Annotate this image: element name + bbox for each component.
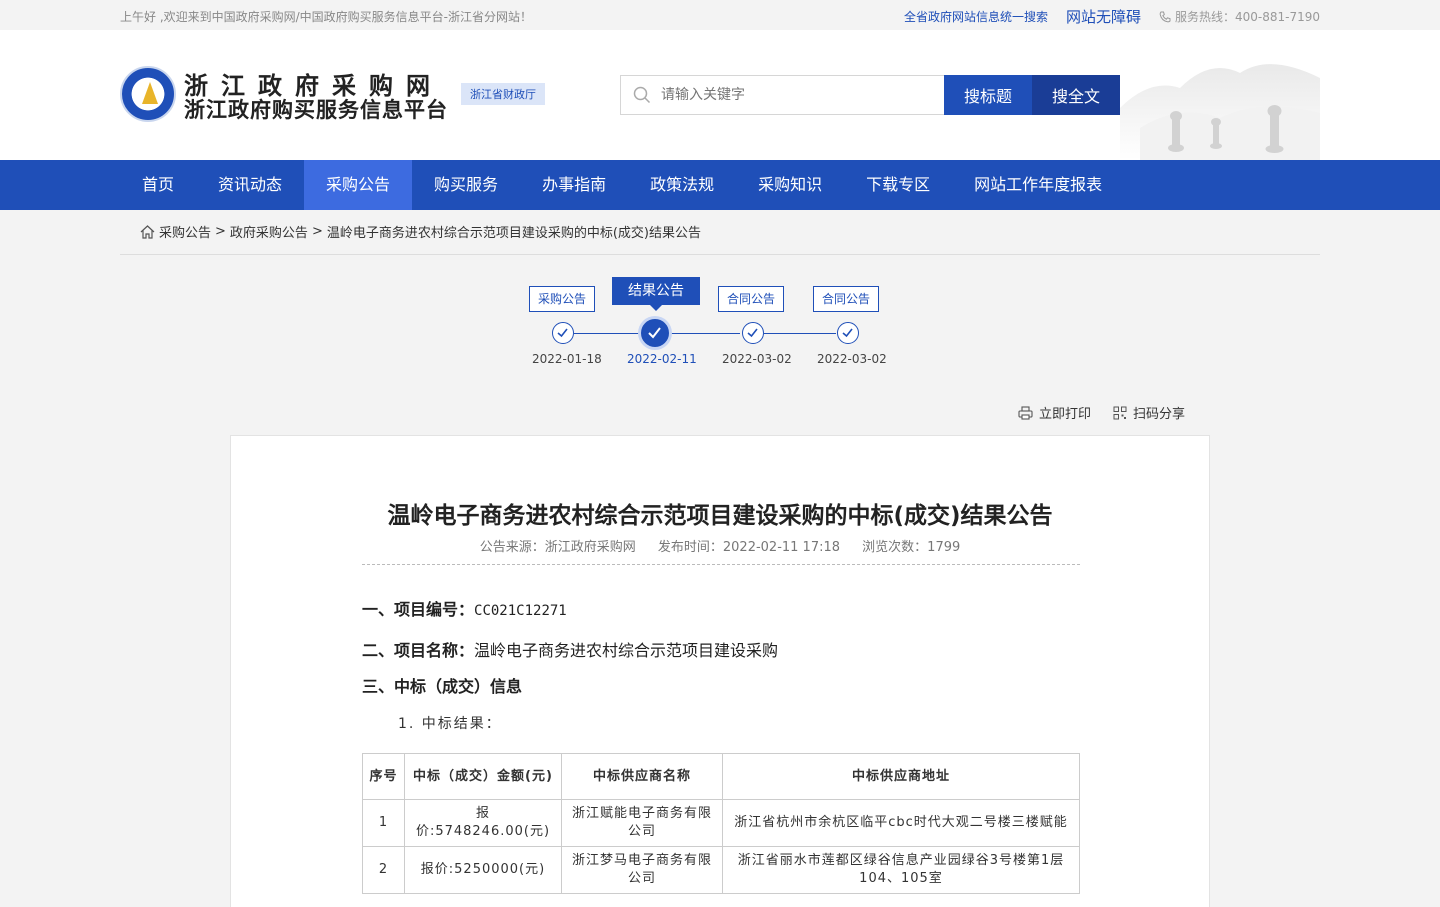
table-header-supplier: 中标供应商名称	[561, 753, 723, 800]
section-project-number: 一、项目编号：CC021C12271	[362, 596, 567, 620]
article-source: 公告来源：浙江政府采购网	[479, 540, 636, 555]
check-icon	[842, 328, 853, 338]
home-icon[interactable]	[140, 224, 155, 239]
section-project-name: 二、项目名称：温岭电子商务进农村综合示范项目建设采购	[362, 637, 778, 661]
nav-item-home[interactable]: 首页	[120, 160, 196, 210]
site-header: 浙江政府采购网 浙江政府购买服务信息平台 浙江省财政厅 搜标题 搜全文	[0, 30, 1440, 160]
timeline-step-2[interactable]	[641, 319, 669, 347]
check-icon	[648, 327, 661, 339]
timeline-step-4[interactable]	[837, 322, 859, 344]
article-meta: 公告来源：浙江政府采购网 发布时间：2022-02-11 17:18 浏览次数：…	[231, 536, 1209, 555]
print-button[interactable]: 立即打印	[1018, 403, 1091, 422]
table-header-row: 序号 中标（成交）金额(元) 中标供应商名称 中标供应商地址	[362, 753, 1080, 800]
table-header-amount: 中标（成交）金额(元)	[404, 753, 562, 800]
table-cell-address: 浙江省杭州市余杭区临平cbc时代大观二号楼三楼赋能	[722, 799, 1080, 847]
award-result-subheading: 1. 中标结果：	[398, 716, 502, 732]
article-divider	[362, 564, 1080, 565]
dept-badge: 浙江省财政厅	[461, 83, 545, 105]
timeline-connector	[764, 333, 836, 334]
timeline-date-1: 2022-01-18	[532, 352, 602, 366]
article-tools: 立即打印 扫码分享	[1018, 403, 1185, 422]
timeline-tag-pointer	[650, 305, 662, 311]
timeline-date-4: 2022-03-02	[817, 352, 887, 366]
article-panel: 温岭电子商务进农村综合示范项目建设采购的中标(成交)结果公告 公告来源：浙江政府…	[230, 435, 1210, 907]
timeline-tag-procurement[interactable]: 采购公告	[529, 286, 596, 312]
timeline-date-2: 2022-02-11	[627, 352, 697, 366]
printer-icon	[1018, 405, 1033, 420]
nav-item-purchase-service[interactable]: 购买服务	[412, 160, 520, 210]
breadcrumb-separator: >	[311, 224, 323, 239]
section-project-number-label: 一、项目编号：	[362, 600, 475, 619]
project-name-value: 温岭电子商务进农村综合示范项目建设采购	[474, 641, 779, 660]
nav-item-annual-report[interactable]: 网站工作年度报表	[952, 160, 1124, 210]
top-bar: 上午好 ,欢迎来到中国政府采购网/中国政府购买服务信息平台-浙江省分网站！ 全省…	[0, 0, 1440, 30]
nav-item-knowledge[interactable]: 采购知识	[736, 160, 844, 210]
timeline-step-3[interactable]	[742, 322, 764, 344]
site-subtitle[interactable]: 浙江政府购买服务信息平台	[184, 94, 448, 124]
article-publish-time: 发布时间：2022-02-11 17:18	[657, 540, 841, 555]
breadcrumb-item-current: 温岭电子商务进农村综合示范项目建设采购的中标(成交)结果公告	[326, 226, 701, 241]
search-title-button[interactable]: 搜标题	[944, 75, 1032, 115]
greeting-text: 上午好 ,欢迎来到中国政府采购网/中国政府购买服务信息平台-浙江省分网站！	[120, 10, 533, 24]
table-row: 1 报价:5748246.00(元) 浙江赋能电子商务有限公司 浙江省杭州市余杭…	[362, 799, 1080, 847]
print-label: 立即打印	[1039, 407, 1092, 422]
main-nav: 首页 资讯动态 采购公告 购买服务 办事指南 政策法规 采购知识 下载专区 网站…	[0, 160, 1440, 210]
nav-item-policy[interactable]: 政策法规	[628, 160, 736, 210]
award-result-table: 序号 中标（成交）金额(元) 中标供应商名称 中标供应商地址 1 报价:5748…	[362, 753, 1080, 894]
accessibility-link[interactable]: 网站无障碍	[1066, 6, 1141, 27]
table-cell-address: 浙江省丽水市莲都区绿谷信息产业园绿谷3号楼第1层104、105室	[722, 846, 1080, 894]
article-title: 温岭电子商务进农村综合示范项目建设采购的中标(成交)结果公告	[387, 503, 1053, 529]
table-header-index: 序号	[362, 753, 405, 800]
timeline-date-3: 2022-03-02	[722, 352, 792, 366]
timeline-tag-contract-2[interactable]: 合同公告	[813, 286, 880, 312]
project-number-value: CC021C12271	[474, 603, 567, 619]
nav-item-procurement-notice[interactable]: 采购公告	[304, 160, 413, 210]
phone-icon	[1159, 11, 1171, 22]
table-cell-index: 1	[362, 799, 405, 847]
timeline-tag-result[interactable]: 结果公告	[612, 277, 700, 305]
timeline-connector	[670, 333, 740, 334]
table-cell-supplier: 浙江赋能电子商务有限公司	[561, 799, 723, 847]
share-label: 扫码分享	[1133, 407, 1186, 422]
table-cell-amount: 报价:5250000(元)	[404, 846, 562, 894]
scenery-illustration	[1120, 64, 1320, 160]
timeline-step-1[interactable]	[552, 322, 574, 344]
share-button[interactable]: 扫码分享	[1113, 403, 1185, 422]
breadcrumb-separator: >	[215, 224, 226, 239]
search-box: 搜标题 搜全文	[620, 75, 1120, 115]
top-links: 全省政府网站信息统一搜索 网站无障碍 服务热线：400-881-7190	[904, 6, 1320, 27]
nav-item-downloads[interactable]: 下载专区	[844, 160, 952, 210]
article-views: 浏览次数：1799	[862, 540, 961, 555]
breadcrumb-item-procurement[interactable]: 采购公告	[159, 222, 211, 241]
timeline-tag-contract-1[interactable]: 合同公告	[718, 286, 785, 312]
qrcode-icon	[1113, 406, 1127, 419]
unified-search-link[interactable]: 全省政府网站信息统一搜索	[904, 8, 1048, 25]
breadcrumb: 采购公告 > 政府采购公告 > 温岭电子商务进农村综合示范项目建设采购的中标(成…	[140, 222, 701, 241]
search-icon	[633, 86, 651, 104]
table-row: 2 报价:5250000(元) 浙江梦马电子商务有限公司 浙江省丽水市莲都区绿谷…	[362, 846, 1080, 894]
section-project-name-label: 二、项目名称：	[362, 641, 475, 660]
table-header-address: 中标供应商地址	[722, 753, 1080, 800]
nav-item-news[interactable]: 资讯动态	[196, 160, 304, 210]
table-cell-supplier: 浙江梦马电子商务有限公司	[561, 846, 723, 894]
table-cell-index: 2	[362, 846, 405, 894]
table-cell-amount: 报价:5748246.00(元)	[404, 799, 562, 847]
search-input[interactable]	[661, 76, 941, 114]
check-icon	[747, 328, 758, 338]
breadcrumb-item-gov-procurement[interactable]: 政府采购公告	[230, 222, 308, 241]
hotline-text: 服务热线：400-881-7190	[1174, 10, 1320, 24]
nav-item-guide[interactable]: 办事指南	[520, 160, 628, 210]
hotline: 服务热线：400-881-7190	[1159, 8, 1320, 25]
section-award-info-label: 三、中标（成交）信息	[362, 677, 523, 696]
search-fulltext-button[interactable]: 搜全文	[1032, 75, 1120, 115]
timeline-connector	[574, 333, 642, 334]
check-icon	[557, 328, 568, 338]
section-award-info: 三、中标（成交）信息	[362, 673, 522, 697]
site-logo-emblem[interactable]	[120, 66, 176, 122]
breadcrumb-divider	[120, 254, 1320, 255]
